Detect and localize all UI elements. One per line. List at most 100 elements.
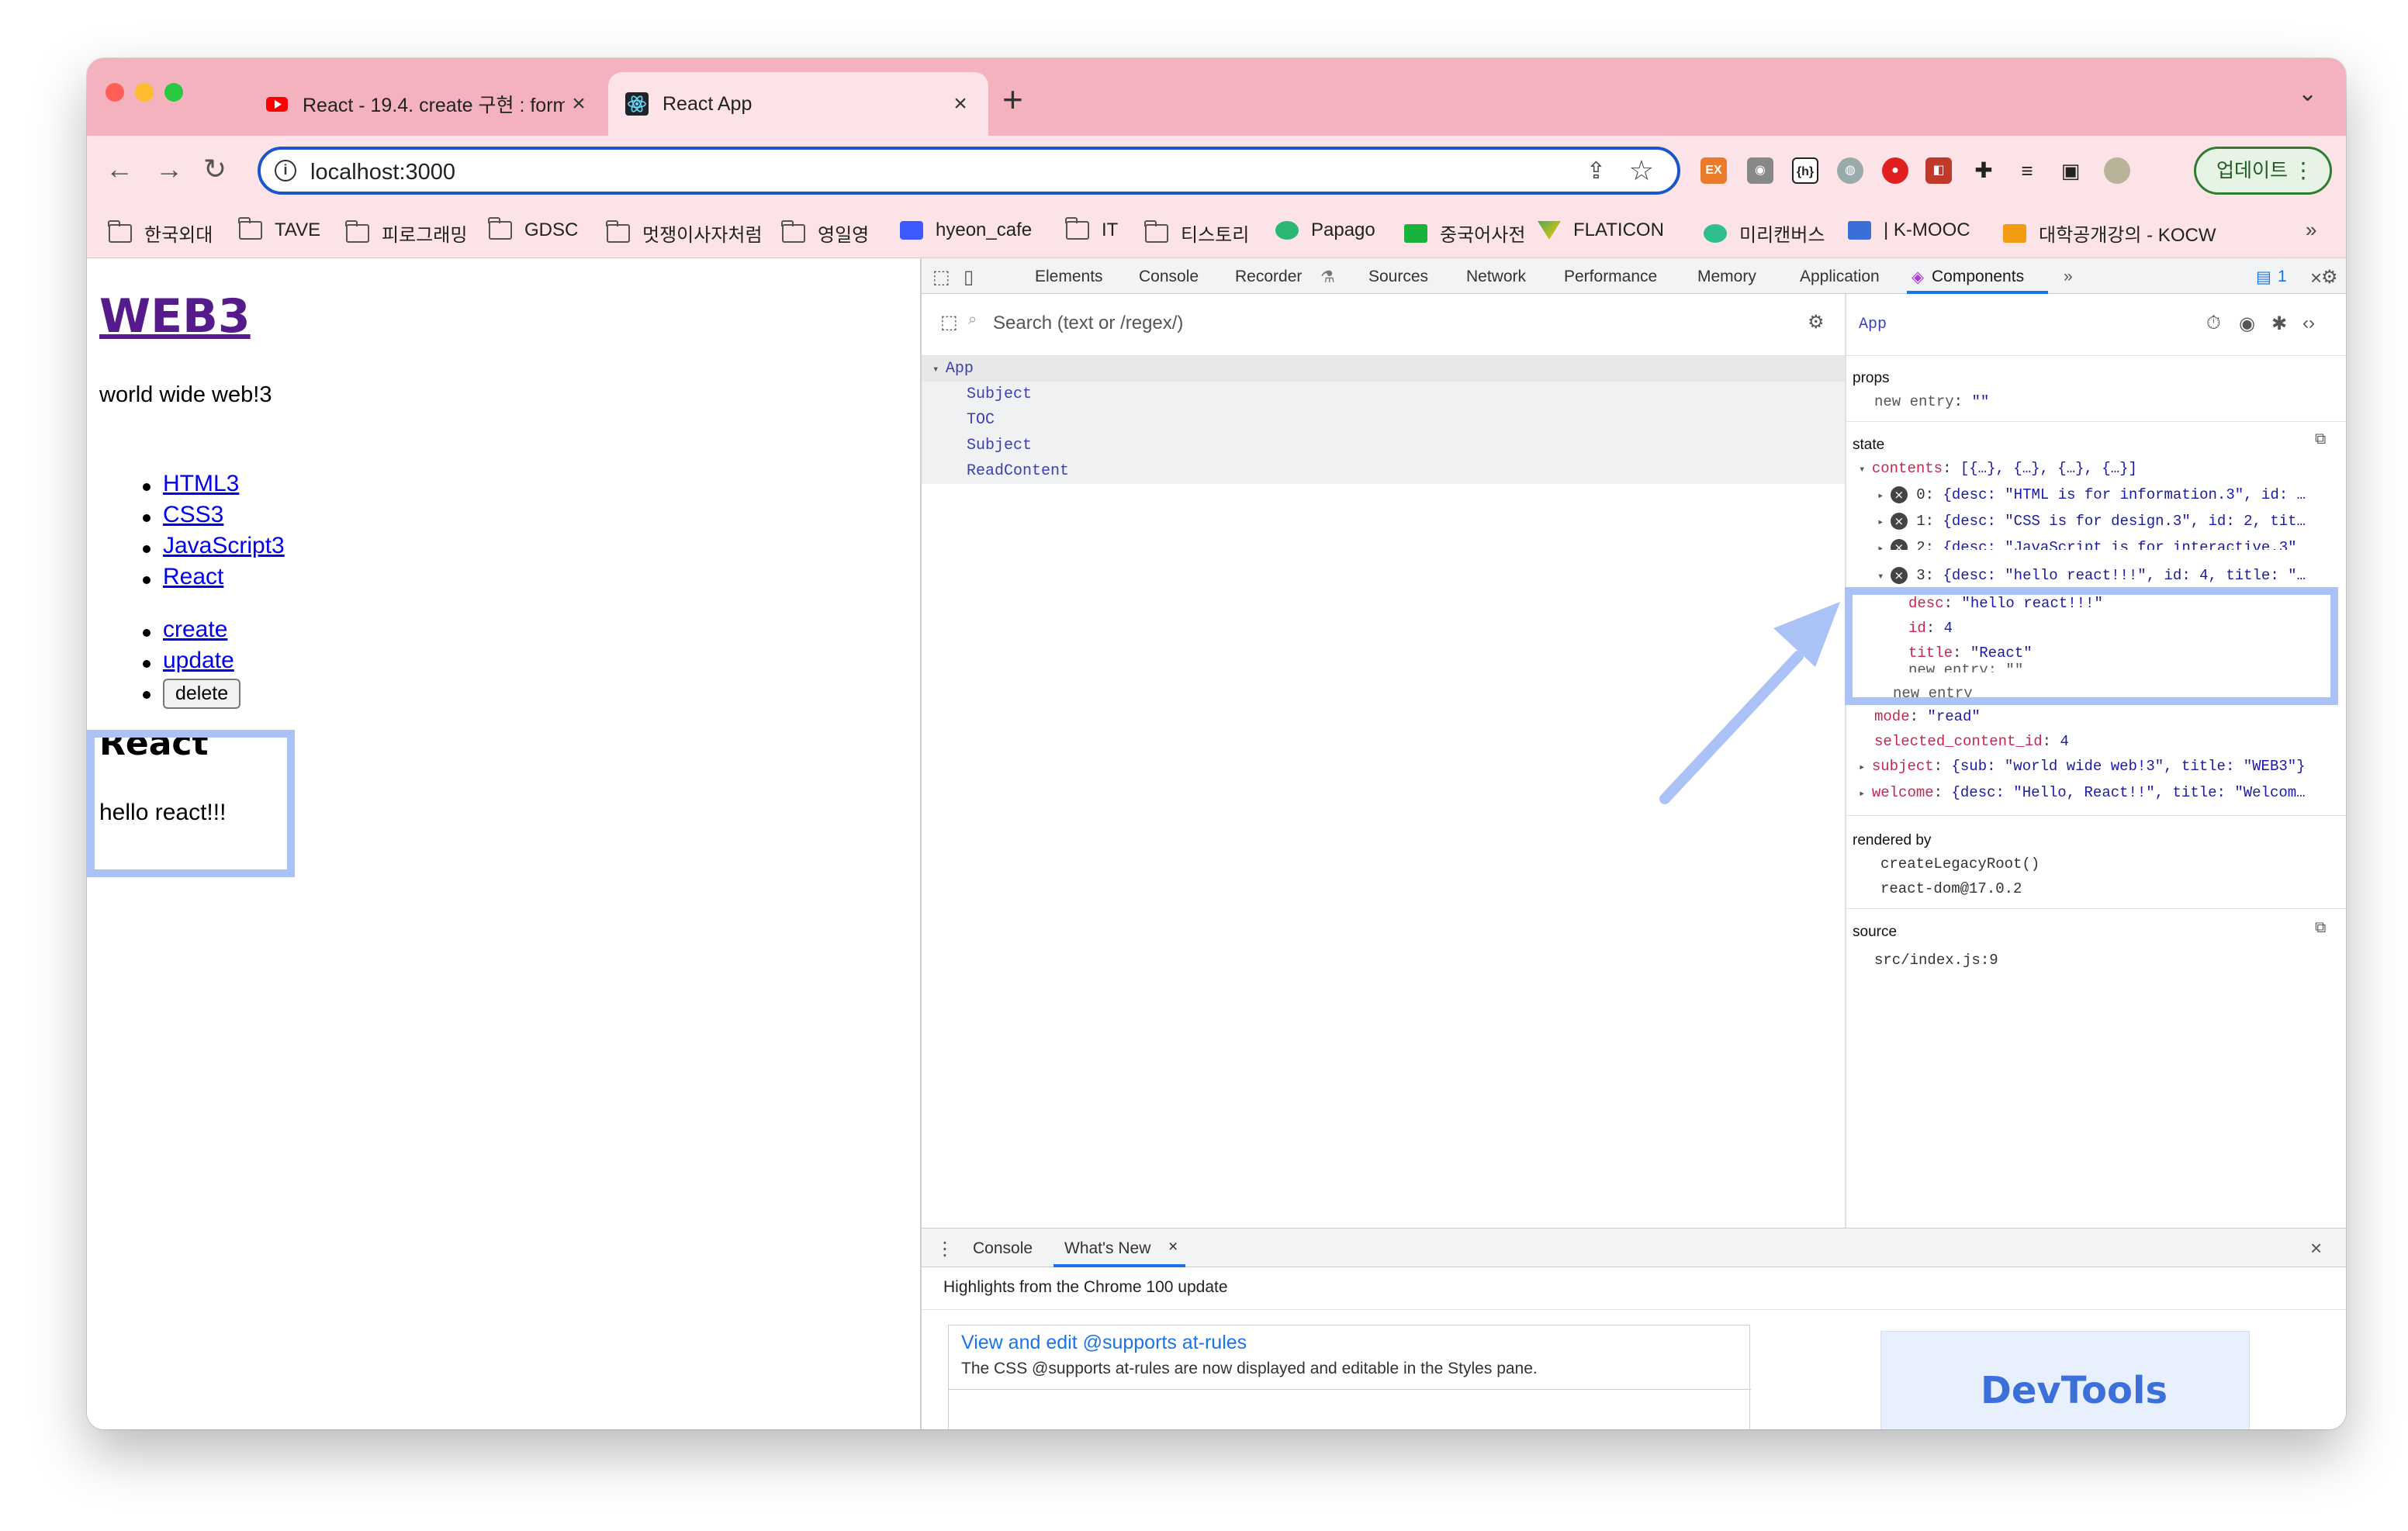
bookmark-item[interactable]: 피로그래밍: [345, 219, 467, 247]
info-icon[interactable]: i: [275, 160, 296, 181]
close-tab-icon[interactable]: ×: [946, 91, 974, 117]
bookmark-item[interactable]: hyeon_cafe: [900, 219, 1032, 241]
tab-console[interactable]: Console: [1139, 268, 1199, 286]
ex-extension-icon[interactable]: EX: [1700, 157, 1727, 184]
device-toolbar-icon[interactable]: ▯: [964, 266, 974, 289]
bug-icon[interactable]: ✱: [2271, 313, 2287, 335]
feature-title-link[interactable]: View and edit @supports at-rules: [961, 1332, 1247, 1354]
bookmark-item[interactable]: 대학공개강의 - KOCW: [2003, 219, 2216, 247]
component-search-input[interactable]: Search (text or /regex/): [993, 313, 1183, 334]
tab-recorder[interactable]: Recorder: [1235, 268, 1302, 286]
forward-icon[interactable]: →: [155, 153, 183, 185]
remove-item-icon[interactable]: ×: [1890, 486, 1908, 503]
tree-node[interactable]: ReadContent: [922, 458, 1845, 484]
address-bar[interactable]: i localhost:3000 ⇪ ☆: [258, 147, 1680, 195]
bookmark-item[interactable]: 중국어사전: [1404, 219, 1525, 247]
bookmark-item[interactable]: TAVE: [238, 217, 320, 241]
bookmarks-overflow-icon[interactable]: »: [2306, 218, 2316, 242]
state-selected-content-id[interactable]: selected_content_id: 4: [1874, 733, 2069, 750]
tab-react-app[interactable]: React App ×: [608, 72, 988, 136]
globe-extension-icon[interactable]: ◍: [1837, 157, 1863, 184]
adblock-extension-icon[interactable]: ●: [1882, 157, 1908, 184]
copy-icon[interactable]: ⧉: [2315, 430, 2326, 448]
source-location[interactable]: src/index.js:9: [1874, 952, 1998, 969]
drawer-tab-console[interactable]: Console: [973, 1239, 1033, 1258]
minimize-window-button[interactable]: [135, 83, 154, 102]
update-button[interactable]: 업데이트 ⋮: [2194, 147, 2332, 195]
bookmark-item[interactable]: 한국외대: [108, 219, 213, 247]
bookmark-item[interactable]: | K-MOOC: [1848, 219, 1970, 241]
state-contents[interactable]: ▾ contents: [{…}, {…}, {…}, {…}]: [1859, 460, 2137, 477]
component-settings-icon[interactable]: ⚙: [1808, 311, 1825, 334]
toc-link-javascript[interactable]: JavaScript3: [163, 533, 285, 558]
tab-memory[interactable]: Memory: [1697, 268, 1756, 286]
props-new-entry[interactable]: new entry: "": [1874, 393, 1989, 410]
tab-application[interactable]: Application: [1800, 268, 1880, 286]
remove-item-icon[interactable]: ×: [1890, 539, 1908, 550]
state-item-2[interactable]: ▸ × 2: {desc: "JavaScript is for interac…: [1877, 539, 2297, 550]
copy-icon[interactable]: ⧉: [2315, 919, 2326, 937]
state-item-0[interactable]: ▸ × 0: {desc: "HTML is for information.3…: [1877, 486, 2306, 503]
issues-icon[interactable]: ▤: [2256, 268, 2271, 287]
bookmark-item[interactable]: Papago: [1275, 219, 1375, 241]
state-item-3[interactable]: ▾ × 3: {desc: "hello react!!!", id: 4, t…: [1877, 567, 2306, 584]
toc-link-css[interactable]: CSS3: [163, 502, 223, 527]
tab-youtube[interactable]: React - 19.4. create 구현 : form ×: [250, 72, 607, 136]
url-text[interactable]: localhost:3000: [310, 160, 455, 185]
new-tab-icon[interactable]: +: [1002, 78, 1023, 120]
tab-sources[interactable]: Sources: [1368, 268, 1428, 286]
state-welcome[interactable]: ▸ welcome: {desc: "Hello, React!!", titl…: [1859, 784, 2306, 801]
tree-node[interactable]: Subject: [922, 382, 1845, 407]
tree-node[interactable]: Subject: [922, 433, 1845, 458]
chevron-down-icon[interactable]: ⌄: [2298, 80, 2317, 107]
bookmark-item[interactable]: GDSC: [488, 217, 578, 241]
bookmark-item[interactable]: 티스토리: [1144, 219, 1249, 247]
settings-gear-icon[interactable]: ⚙: [2321, 266, 2338, 289]
create-link[interactable]: create: [163, 617, 227, 642]
bookmark-item[interactable]: FLATICON: [1538, 219, 1664, 241]
remove-item-icon[interactable]: ×: [1890, 567, 1908, 584]
close-window-button[interactable]: [106, 83, 124, 102]
update-link[interactable]: update: [163, 648, 234, 673]
close-whats-new-icon[interactable]: ×: [1168, 1238, 1178, 1256]
view-source-icon[interactable]: ‹›: [2302, 313, 2315, 334]
toc-link-react[interactable]: React: [163, 564, 223, 589]
bookmark-item[interactable]: 영일영: [781, 219, 869, 247]
bookmark-item[interactable]: 미리캔버스: [1704, 219, 1825, 247]
issues-count[interactable]: 1: [2278, 268, 2287, 286]
tab-network[interactable]: Network: [1466, 268, 1526, 286]
bookmark-star-icon[interactable]: ☆: [1629, 154, 1654, 187]
camera-extension-icon[interactable]: ◉: [1747, 157, 1773, 184]
share-icon[interactable]: ⇪: [1586, 157, 1606, 185]
screenshot-extension-icon[interactable]: ◧: [1925, 157, 1952, 184]
puzzle-extensions-icon[interactable]: ✚: [1970, 157, 1997, 184]
drawer-menu-icon[interactable]: ⋮: [936, 1238, 954, 1260]
close-drawer-icon[interactable]: ×: [2310, 1236, 2322, 1260]
state-item-1[interactable]: ▸ × 1: {desc: "CSS is for design.3", id:…: [1877, 513, 2306, 530]
toc-link-html[interactable]: HTML3: [163, 471, 239, 496]
back-icon[interactable]: ←: [106, 153, 133, 185]
tree-node[interactable]: TOC: [922, 407, 1845, 433]
close-devtools-icon[interactable]: ×: [2310, 266, 2322, 290]
state-mode[interactable]: mode: "read": [1874, 708, 1981, 725]
bookmark-item[interactable]: IT: [1065, 217, 1118, 241]
more-tabs-icon[interactable]: »: [2064, 268, 2073, 286]
tab-performance[interactable]: Performance: [1564, 268, 1657, 286]
timer-icon[interactable]: ⏱: [2206, 313, 2221, 334]
close-tab-icon[interactable]: ×: [565, 91, 593, 117]
tree-node[interactable]: ▾ App: [922, 356, 1845, 382]
state-subject[interactable]: ▸ subject: {sub: "world wide web!3", tit…: [1859, 758, 2306, 775]
side-panel-icon[interactable]: ▣: [2057, 157, 2084, 184]
feature-card[interactable]: View and edit @supports at-rules The CSS…: [948, 1325, 1751, 1429]
tab-elements[interactable]: Elements: [1035, 268, 1103, 286]
reload-icon[interactable]: ↻: [203, 153, 227, 185]
media-control-icon[interactable]: ≡: [2014, 157, 2040, 184]
code-extension-icon[interactable]: {h}: [1792, 157, 1818, 184]
more-menu-icon[interactable]: ⋮: [2292, 149, 2314, 192]
delete-button[interactable]: delete: [163, 679, 241, 709]
tab-components[interactable]: Components: [1932, 268, 2024, 286]
page-title-link[interactable]: WEB3: [99, 289, 251, 344]
profile-avatar[interactable]: [2104, 157, 2130, 184]
zoom-window-button[interactable]: [164, 83, 183, 102]
select-component-icon[interactable]: ⬚: [940, 311, 958, 334]
